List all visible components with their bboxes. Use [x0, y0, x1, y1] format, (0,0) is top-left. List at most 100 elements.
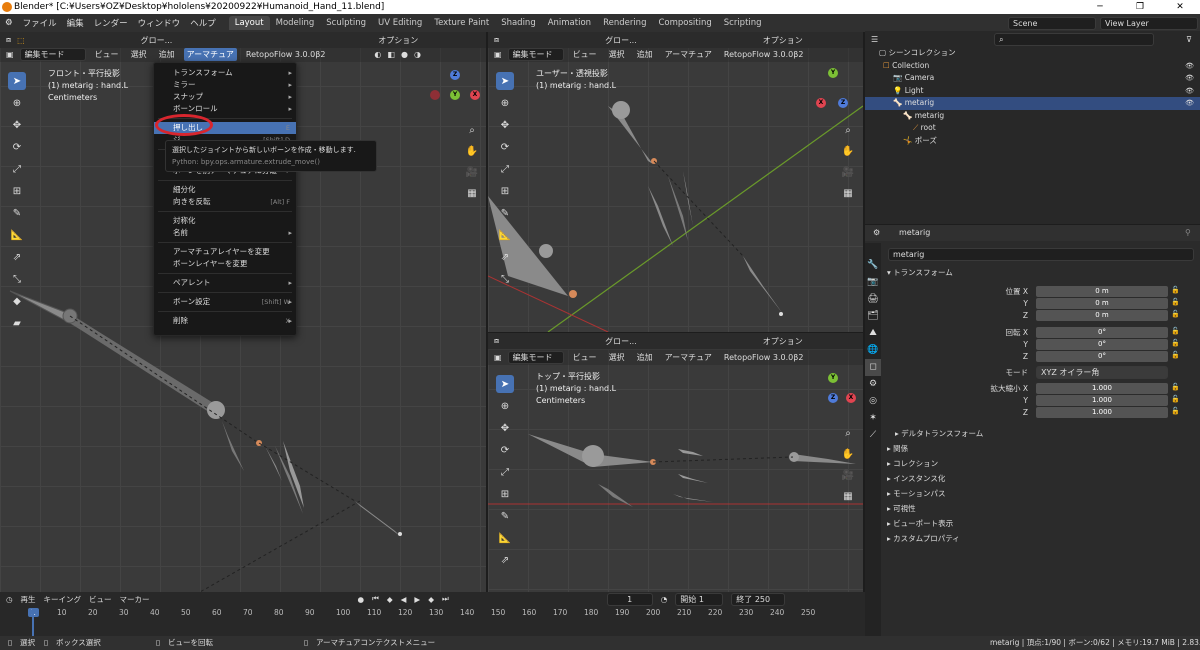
- zoom-icon[interactable]: ⌕: [840, 425, 856, 441]
- lock-icon[interactable]: 🔓: [1171, 395, 1180, 403]
- menu-window[interactable]: ウィンドウ: [133, 17, 186, 29]
- shading-solid-icon[interactable]: ●: [401, 50, 408, 59]
- menu-add[interactable]: 追加: [634, 351, 656, 364]
- armature-menu-item[interactable]: ミラー ▸: [154, 79, 296, 91]
- outliner-row[interactable]: ⟋ root: [865, 122, 1200, 135]
- tab-rendering[interactable]: Rendering: [597, 16, 652, 30]
- scale-tool-icon[interactable]: ⤢: [496, 463, 514, 481]
- rotate-tool-icon[interactable]: ⟳: [496, 441, 514, 459]
- menu-view[interactable]: ビュー: [570, 48, 600, 61]
- armature-menu-item[interactable]: 名前 ▸: [154, 227, 296, 239]
- zoom-icon[interactable]: ⌕: [464, 122, 480, 138]
- options-dropdown[interactable]: オプション: [763, 336, 803, 347]
- object-name-field[interactable]: metarig: [888, 248, 1194, 261]
- move-tool-icon[interactable]: ✥: [496, 419, 514, 437]
- play-reverse-icon[interactable]: ◀: [401, 595, 407, 604]
- outliner-row[interactable]: 🤸 ポーズ: [865, 135, 1200, 148]
- physics-tab-icon[interactable]: ◎: [865, 393, 881, 410]
- properties-section[interactable]: ▸ ビューポート表示: [887, 518, 953, 529]
- retopoflow-menu[interactable]: RetopoFlow 3.0.0β2: [721, 49, 806, 60]
- gizmo-x[interactable]: X: [470, 90, 480, 100]
- editor-type-icon[interactable]: ⧈: [494, 35, 499, 45]
- pin-icon[interactable]: ⚲: [1185, 228, 1191, 237]
- timeline-editor-icon[interactable]: ◷: [6, 595, 13, 604]
- menu-select[interactable]: 選択: [128, 48, 150, 61]
- editor-type-icon[interactable]: ▣: [494, 353, 502, 362]
- zoom-icon[interactable]: ⌕: [840, 122, 856, 138]
- lock-icon[interactable]: 🔓: [1171, 298, 1180, 306]
- modifier-tab-icon[interactable]: ⚙: [865, 376, 881, 393]
- armature-menu-item[interactable]: 削除 X ▸: [154, 315, 296, 327]
- scale-y-field[interactable]: 1.000: [1036, 395, 1168, 406]
- menu-select[interactable]: 選択: [606, 48, 628, 61]
- jump-end-icon[interactable]: ⏭: [442, 594, 449, 604]
- armature-menu-item[interactable]: アーマチュアレイヤーを変更: [154, 246, 296, 258]
- next-key-icon[interactable]: ◆: [428, 595, 434, 604]
- editor-type-icon[interactable]: ▣: [494, 50, 502, 59]
- object-tab-icon[interactable]: ◻: [865, 359, 881, 376]
- transform-tool-icon[interactable]: ⊞: [496, 182, 514, 200]
- options-top[interactable]: オプション: [378, 35, 418, 46]
- tab-compositing[interactable]: Compositing: [652, 16, 717, 30]
- mode-selector[interactable]: 編集モード: [19, 47, 86, 61]
- menu-armature[interactable]: アーマチュア: [662, 48, 715, 61]
- visibility-eye-icon[interactable]: 👁: [1185, 85, 1194, 98]
- editor-type-icon[interactable]: ⧈: [494, 336, 499, 346]
- camera-icon[interactable]: 🎥: [840, 164, 856, 180]
- transform-orientation[interactable]: グロー...: [605, 35, 637, 46]
- tab-texture-paint[interactable]: Texture Paint: [428, 16, 495, 30]
- extrude-tool-icon[interactable]: ⇗: [496, 248, 514, 266]
- location-y-field[interactable]: 0 m: [1036, 298, 1168, 309]
- tab-sculpting[interactable]: Sculpting: [320, 16, 372, 30]
- output-tab-icon[interactable]: 🖨: [865, 291, 881, 308]
- rotation-x-field[interactable]: 0°: [1036, 327, 1168, 338]
- menu-marker[interactable]: マーカー: [120, 594, 150, 605]
- annotate-tool-icon[interactable]: ✎: [496, 204, 514, 222]
- extrude-tool-icon[interactable]: ⇗: [8, 248, 26, 266]
- tab-modeling[interactable]: Modeling: [270, 16, 321, 30]
- close-button[interactable]: ✕: [1160, 0, 1200, 14]
- visibility-eye-icon[interactable]: 👁: [1185, 60, 1194, 73]
- tool-tab-icon[interactable]: 🔧: [865, 257, 881, 274]
- gizmo-x[interactable]: X: [816, 98, 826, 108]
- blender-menu-icon[interactable]: ⚙: [0, 18, 18, 28]
- bone-tab-icon[interactable]: ⟋: [865, 427, 881, 444]
- retopoflow-menu[interactable]: RetopoFlow 3.0.0β2: [721, 352, 806, 363]
- render-tab-icon[interactable]: 📷: [865, 274, 881, 291]
- properties-section[interactable]: ▸ インスタンス化: [887, 473, 945, 484]
- menu-view[interactable]: ビュー: [92, 48, 122, 61]
- menu-armature[interactable]: アーマチュア: [183, 47, 237, 61]
- rotation-y-field[interactable]: 0°: [1036, 339, 1168, 350]
- options-dropdown[interactable]: オプション: [763, 35, 803, 46]
- view-layer-selector[interactable]: View Layer: [1100, 16, 1198, 30]
- transform-orientation-top[interactable]: グロー...: [141, 35, 173, 46]
- xray-icon[interactable]: ◧: [387, 50, 395, 59]
- select-box-icon[interactable]: ⬚: [17, 36, 25, 45]
- move-tool-icon[interactable]: ✥: [8, 116, 26, 134]
- pan-hand-icon[interactable]: ✋: [840, 446, 856, 462]
- armature-menu-item[interactable]: ペアレント ▸: [154, 277, 296, 289]
- visibility-eye-icon[interactable]: 👁: [1185, 72, 1194, 85]
- clock-icon[interactable]: ◔: [661, 595, 668, 604]
- move-tool-icon[interactable]: ✥: [496, 116, 514, 134]
- gizmo-neg-x[interactable]: [430, 90, 440, 100]
- lock-icon[interactable]: 🔓: [1171, 310, 1180, 318]
- perspective-icon[interactable]: ▦: [840, 185, 856, 201]
- armature-data-tab-icon[interactable]: ✶: [865, 410, 881, 427]
- bone-size-tool-icon[interactable]: ◆: [8, 292, 26, 310]
- editor-type-icon[interactable]: ▣: [6, 50, 14, 59]
- armature-menu-item[interactable]: 対称化: [154, 215, 296, 227]
- tab-animation[interactable]: Animation: [542, 16, 597, 30]
- outliner-row[interactable]: 📷 Camera 👁: [865, 72, 1200, 85]
- play-icon[interactable]: ▶: [414, 595, 420, 604]
- properties-section[interactable]: ▸ モーションパス: [887, 488, 946, 499]
- outliner-row[interactable]: 💡 Light 👁: [865, 85, 1200, 98]
- menu-view[interactable]: ビュー: [89, 594, 112, 605]
- measure-tool-icon[interactable]: 📐: [496, 529, 514, 547]
- timeline-ruler[interactable]: 1102030405060708090100110120130140150160…: [0, 608, 865, 620]
- measure-tool-icon[interactable]: 📐: [496, 226, 514, 244]
- grid-icon[interactable]: ▦: [840, 488, 856, 504]
- properties-editor-icon[interactable]: ⚙: [873, 228, 880, 237]
- properties-section[interactable]: ▸ コレクション: [887, 458, 938, 469]
- rotate-tool-icon[interactable]: ⟳: [8, 138, 26, 156]
